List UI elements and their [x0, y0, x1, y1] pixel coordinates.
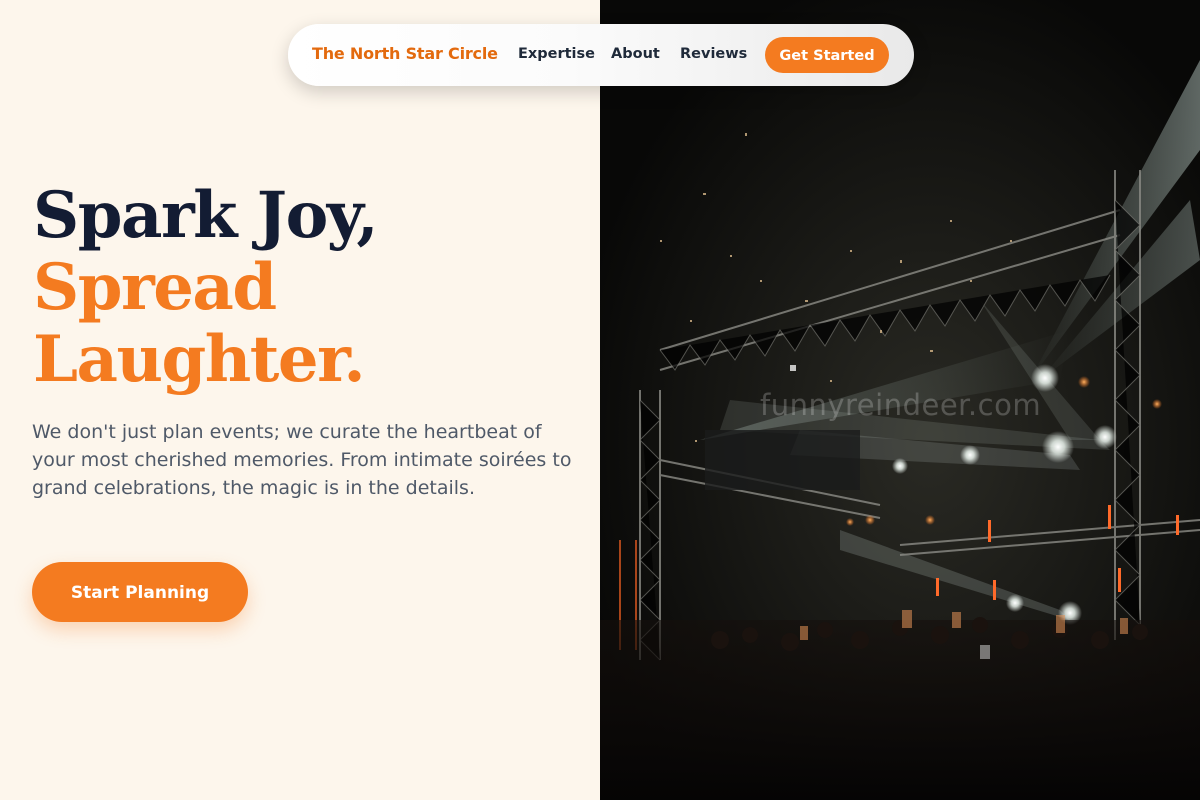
get-started-button[interactable]: Get Started	[765, 37, 889, 73]
headline-line-1: Spark Joy,	[33, 178, 379, 253]
nav-link-expertise[interactable]: Expertise	[518, 46, 595, 62]
hero-left-panel: Spark Joy, Spread Laughter. We don't jus…	[0, 0, 600, 800]
headline-line-2: Spread	[33, 250, 277, 325]
hero-image: funnyreindeer.com	[600, 0, 1200, 800]
nav-link-about[interactable]: About	[611, 46, 660, 62]
hero-headline: Spark Joy, Spread Laughter.	[33, 178, 379, 397]
start-planning-button[interactable]: Start Planning	[32, 562, 248, 622]
watermark: funnyreindeer.com	[760, 388, 1042, 422]
brand-logo-link[interactable]: The North Star Circle	[312, 44, 498, 63]
top-nav: The North Star Circle Expertise About Re…	[288, 24, 914, 86]
hero-description: We don't just plan events; we curate the…	[32, 421, 572, 499]
nav-link-reviews[interactable]: Reviews	[680, 46, 747, 62]
headline-line-3: Laughter.	[33, 322, 366, 397]
